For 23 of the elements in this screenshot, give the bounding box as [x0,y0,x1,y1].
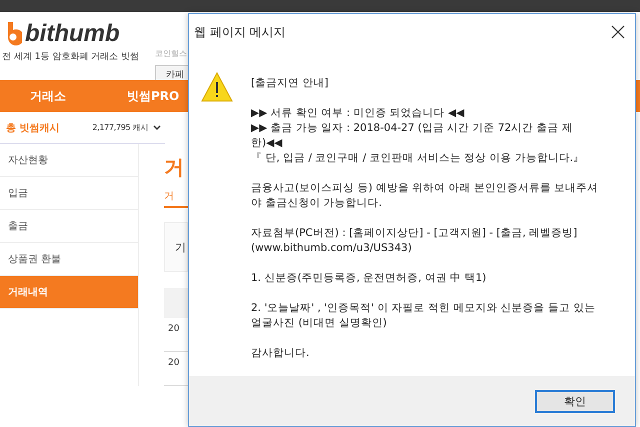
cash-label: 총 빗썸캐시 [6,122,60,134]
message-text: ▶▶ 서류 확인 여부 : 미인증 되었습니다 ◀◀ [251,106,466,121]
message-text: [출금지연 안내] [251,76,330,91]
tagline: 전 세계 1등 암호화폐 거래소 빗썸 [2,51,140,63]
message-text: 감사합니다. [251,346,310,361]
message-text: 1. 신분증(주민등록증, 운전면허증, 여권 中 택1) [251,271,488,286]
message-text: 『 단, 입금 / 코인구매 / 코인판매 서비스는 정상 이용 가능합니다.』 [251,151,586,166]
filter-label: 기 [175,240,186,254]
chevron-down-icon[interactable] [153,124,161,130]
cash-value: 2,177,795 캐시 [92,122,148,133]
ok-button[interactable]: 확인 [535,390,615,412]
message-text: (www.bithumb.com/u3/US343) [251,241,413,256]
close-icon[interactable] [611,25,625,39]
message-text: 금융사고(보이스피싱 등) 예방을 위하여 아래 본인인증서류를 보내주셔야 출금신청이 가능합니다. [251,181,600,211]
logo-text[interactable]: bithumb [25,22,120,46]
message-text: 자료첨부(PC버전) : [홈페이지상단] - [고객지원] - [출금, 레벨증빙] [251,226,578,241]
message-text: ▶▶ 출금 가능 일자 : 2018-04-27 (입금 시간 기준 72시간 출금 제한)◀◀ [251,121,574,151]
table-header [164,288,188,318]
dialog-title: 웹 페이지 메시지 [194,24,286,40]
warning-icon [201,72,233,102]
coinhills-text: 코인힐스 [155,48,188,59]
page-heading: 거 [164,154,185,181]
message-text: 2. '오늘날짜' , '인증목적' 이 자필로 적힌 메모지와 신분증을 들고 있는 얼굴사진 (비대면 실명확인) [251,301,596,331]
